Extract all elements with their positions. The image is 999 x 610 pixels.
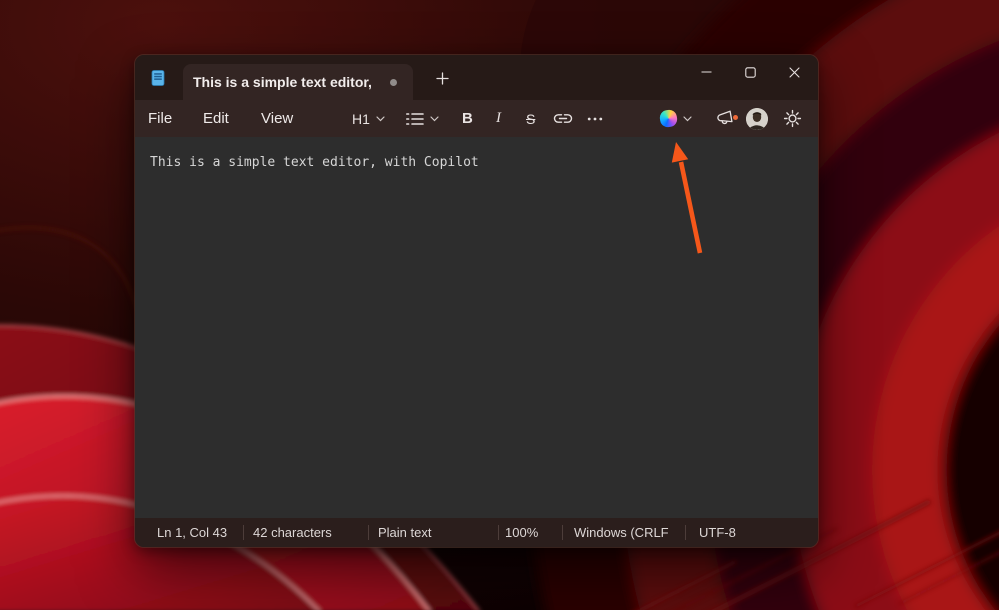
settings-button[interactable]: [783, 100, 802, 137]
notification-dot: [733, 115, 738, 120]
menu-edit[interactable]: Edit: [203, 100, 229, 137]
gear-icon: [783, 109, 802, 128]
menu-file[interactable]: File: [148, 100, 172, 137]
minimize-icon: [701, 71, 712, 73]
avatar: [746, 108, 768, 130]
chevron-down-icon: [683, 116, 692, 122]
unsaved-indicator-dot: [390, 79, 397, 86]
close-button[interactable]: [772, 55, 816, 89]
megaphone-icon: [715, 109, 735, 128]
chevron-down-icon: [376, 116, 385, 122]
tab-title: This is a simple text editor,: [193, 74, 372, 90]
status-divider: [562, 525, 563, 540]
status-encoding: UTF-8: [699, 518, 736, 547]
copilot-button[interactable]: [660, 100, 692, 137]
bold-icon: B: [462, 110, 473, 127]
italic-button[interactable]: I: [496, 100, 501, 137]
editor-text: This is a simple text editor, with Copil…: [150, 155, 479, 170]
status-cursor-position: Ln 1, Col 43: [157, 518, 227, 547]
status-zoom-level: 100%: [505, 518, 538, 547]
link-icon: [553, 113, 573, 124]
menu-file-label: File: [148, 110, 172, 127]
desktop: This is a simple text editor,: [0, 0, 999, 610]
maximize-icon: [745, 67, 756, 78]
menu-edit-label: Edit: [203, 110, 229, 127]
chevron-down-icon: [430, 116, 439, 122]
menu-view-label: View: [261, 110, 293, 127]
text-editor[interactable]: This is a simple text editor, with Copil…: [135, 137, 818, 518]
more-options-icon: [587, 117, 603, 121]
status-divider: [498, 525, 499, 540]
strikethrough-icon: S: [526, 111, 535, 127]
notepad-window: This is a simple text editor,: [135, 55, 818, 547]
document-tab[interactable]: This is a simple text editor,: [183, 64, 413, 100]
status-document-type: Plain text: [378, 518, 431, 547]
heading-style-label: H1: [352, 111, 370, 127]
whats-new-button[interactable]: [715, 100, 735, 137]
status-divider: [685, 525, 686, 540]
heading-style-dropdown[interactable]: H1: [352, 100, 385, 137]
bulleted-list-icon: [406, 112, 424, 126]
new-tab-button[interactable]: [431, 68, 453, 88]
more-options-button[interactable]: [587, 100, 603, 137]
status-char-count: 42 characters: [253, 518, 332, 547]
statusbar: Ln 1, Col 43 42 characters Plain text 10…: [135, 518, 818, 547]
list-dropdown[interactable]: [406, 100, 439, 137]
link-button[interactable]: [553, 100, 573, 137]
minimize-button[interactable]: [684, 55, 728, 89]
close-icon: [789, 67, 800, 78]
account-button[interactable]: [746, 100, 768, 137]
window-caption-buttons: [684, 55, 816, 89]
maximize-button[interactable]: [728, 55, 772, 89]
italic-icon: I: [496, 110, 501, 127]
plus-icon: [436, 72, 449, 85]
notepad-icon: [150, 70, 166, 86]
status-line-endings: Windows (CRLF: [574, 518, 669, 547]
copilot-logo-icon: [659, 109, 679, 129]
titlebar[interactable]: This is a simple text editor,: [135, 55, 818, 100]
bold-button[interactable]: B: [462, 100, 473, 137]
menu-view[interactable]: View: [261, 100, 293, 137]
status-divider: [243, 525, 244, 540]
status-divider: [368, 525, 369, 540]
toolbar: File Edit View H1: [135, 100, 818, 137]
strikethrough-button[interactable]: S: [526, 100, 535, 137]
